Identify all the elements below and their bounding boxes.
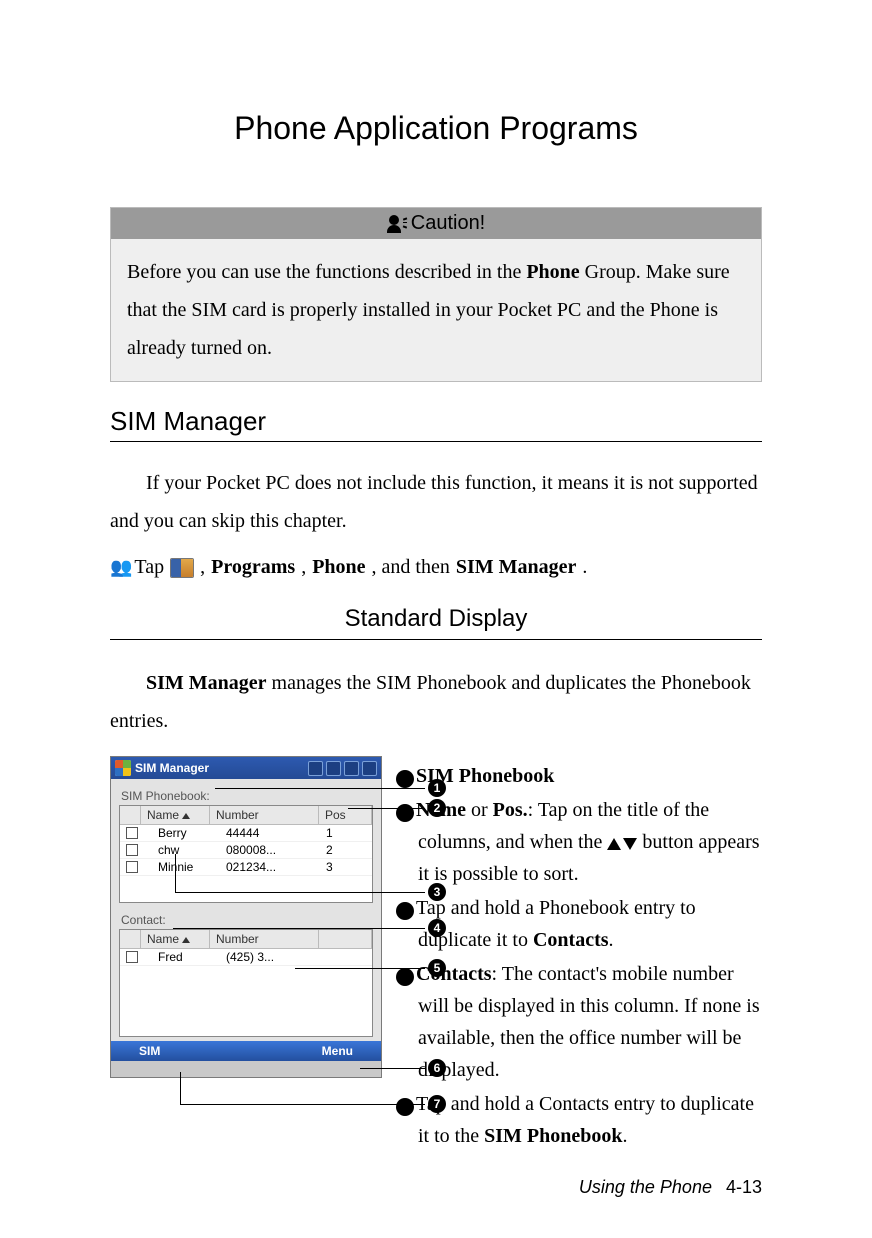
sub-heading: Standard Display	[110, 605, 762, 639]
page-title: Phone Application Programs	[110, 110, 762, 147]
table-row[interactable]: chw 080008... 2	[120, 842, 372, 859]
divider	[110, 441, 762, 442]
section-body: If your Pocket PC does not include this …	[110, 464, 762, 540]
callout-descriptions: 1SIM Phonebook 2Name or Pos.: Tap on the…	[396, 756, 762, 1154]
sim-intro: SIM Manager manages the SIM Phonebook an…	[110, 664, 762, 740]
divider-thin	[110, 639, 762, 640]
table-row[interactable]: Minnie 021234... 3	[120, 859, 372, 876]
caution-label: Caution!	[411, 212, 486, 235]
windows-logo-icon	[115, 760, 131, 776]
sim-phonebook-label: SIM Phonebook:	[121, 789, 373, 803]
tap-phone: Phone	[312, 556, 365, 579]
contact-label: Contact:	[121, 913, 373, 927]
table-row[interactable]: Fred (425) 3...	[120, 949, 372, 966]
softkey-bar: SIM Menu	[111, 1041, 381, 1061]
checkbox-icon[interactable]	[126, 951, 138, 963]
softkey-right[interactable]: Menu	[322, 1044, 353, 1058]
col-pos[interactable]: Pos	[319, 806, 372, 824]
tap-instruction: 👥 Tap , Programs , Phone , and then SIM …	[110, 556, 762, 579]
triangle-up-icon	[607, 838, 621, 850]
tap-label: Tap	[134, 556, 164, 579]
section-heading: SIM Manager	[110, 406, 762, 437]
col-number-contact[interactable]: Number	[210, 930, 319, 948]
device-screenshot: SIM Manager SIM Phonebook: Name	[110, 756, 382, 1078]
titlebar: SIM Manager	[111, 757, 381, 779]
sort-up-icon	[182, 813, 190, 819]
signal-icon	[326, 761, 341, 776]
softkey-left[interactable]: SIM	[139, 1044, 160, 1058]
caution-box: Caution! Before you can use the function…	[110, 207, 762, 382]
tap-programs: Programs	[211, 556, 295, 579]
volume-icon	[344, 761, 359, 776]
table-row[interactable]: Berry 44444 1	[120, 825, 372, 842]
tap-sim-manager: SIM Manager	[456, 556, 577, 579]
status-icon	[308, 761, 323, 776]
start-flag-icon	[170, 558, 194, 578]
col-name-contact[interactable]: Name	[141, 930, 210, 948]
sort-up-icon	[182, 937, 190, 943]
caution-header: Caution!	[111, 208, 761, 239]
sip-bar	[111, 1061, 381, 1077]
titlebar-status-icons	[308, 761, 377, 776]
contacts-list[interactable]: Name Number Fred (425) 3...	[119, 929, 373, 1037]
col-name[interactable]: Name	[141, 806, 210, 824]
caution-icon	[387, 215, 405, 233]
checkbox-icon[interactable]	[126, 861, 138, 873]
checkbox-icon[interactable]	[126, 827, 138, 839]
titlebar-text: SIM Manager	[135, 761, 304, 775]
col-number[interactable]: Number	[210, 806, 319, 824]
ok-icon	[362, 761, 377, 776]
caution-body: Before you can use the functions describ…	[111, 239, 761, 381]
triangle-down-icon	[623, 838, 637, 850]
sim-phonebook-list[interactable]: Name Number Pos Berry 44444 1	[119, 805, 373, 903]
checkbox-icon[interactable]	[126, 844, 138, 856]
page-footer: Using the Phone4-13	[579, 1177, 762, 1198]
people-icon: 👥	[110, 557, 128, 578]
